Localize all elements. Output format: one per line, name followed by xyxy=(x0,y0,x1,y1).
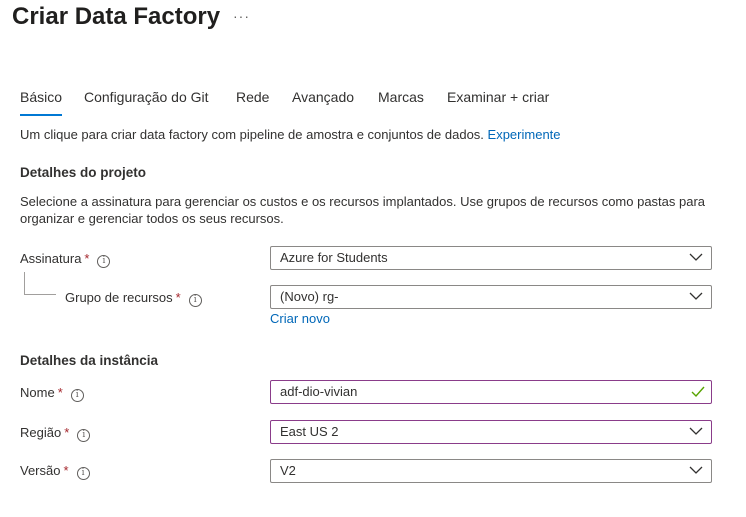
required-marker: * xyxy=(63,463,69,478)
region-label-text: Região xyxy=(20,425,62,440)
tree-connector-vertical xyxy=(24,272,25,294)
chevron-down-icon xyxy=(689,292,703,300)
intro-text: Um clique para criar data factory com pi… xyxy=(20,127,561,142)
name-label: Nome * i xyxy=(20,385,84,402)
tab-examinar-criar[interactable]: Examinar + criar xyxy=(447,89,549,111)
intro-message: Um clique para criar data factory com pi… xyxy=(20,127,488,142)
name-input[interactable]: adf-dio-vivian xyxy=(270,380,712,404)
project-details-heading: Detalhes do projeto xyxy=(20,165,147,180)
region-dropdown[interactable]: East US 2 xyxy=(270,420,712,444)
resource-group-label: Grupo de recursos * i xyxy=(65,290,202,307)
subscription-dropdown[interactable]: Azure for Students xyxy=(270,246,712,270)
required-marker: * xyxy=(64,425,70,440)
experimente-link[interactable]: Experimente xyxy=(488,127,561,142)
tab-basico[interactable]: Básico xyxy=(20,89,63,116)
subscription-label: Assinatura * i xyxy=(20,251,111,268)
name-value: adf-dio-vivian xyxy=(280,384,358,399)
info-icon[interactable]: i xyxy=(77,429,91,442)
resource-group-value: (Novo) rg- xyxy=(280,289,339,304)
subscription-value: Azure for Students xyxy=(280,250,388,265)
region-label: Região * i xyxy=(20,425,91,442)
create-data-factory-page: Criar Data Factory ··· Básico Configuraç… xyxy=(0,0,746,517)
region-value: East US 2 xyxy=(280,424,339,439)
required-marker: * xyxy=(84,251,90,266)
version-dropdown[interactable]: V2 xyxy=(270,459,712,483)
chevron-down-icon xyxy=(689,466,703,474)
project-description: Selecione a assinatura para gerenciar os… xyxy=(20,194,706,226)
tab-configuracao-git[interactable]: Configuração do Git xyxy=(84,89,209,111)
more-options-button[interactable]: ··· xyxy=(233,8,250,24)
tab-marcas[interactable]: Marcas xyxy=(378,89,424,111)
checkmark-icon xyxy=(691,386,705,398)
subscription-label-text: Assinatura xyxy=(20,251,82,266)
info-icon[interactable]: i xyxy=(97,255,111,268)
page-title: Criar Data Factory xyxy=(12,3,221,30)
required-marker: * xyxy=(175,290,181,305)
create-new-link[interactable]: Criar novo xyxy=(270,311,330,326)
tree-connector-horizontal xyxy=(24,294,56,295)
info-icon[interactable]: i xyxy=(188,294,202,307)
tab-avancado[interactable]: Avançado xyxy=(292,89,354,111)
required-marker: * xyxy=(57,385,63,400)
resource-group-label-text: Grupo de recursos xyxy=(65,290,173,305)
info-icon[interactable]: i xyxy=(76,467,90,480)
version-label: Versão * i xyxy=(20,463,90,480)
chevron-down-icon xyxy=(689,427,703,435)
info-icon[interactable]: i xyxy=(70,389,84,402)
chevron-down-icon xyxy=(689,253,703,261)
instance-details-heading: Detalhes da instância xyxy=(20,353,159,368)
version-value: V2 xyxy=(280,463,296,478)
version-label-text: Versão xyxy=(20,463,61,478)
tab-rede[interactable]: Rede xyxy=(236,89,269,111)
resource-group-dropdown[interactable]: (Novo) rg- xyxy=(270,285,712,309)
name-label-text: Nome xyxy=(20,385,55,400)
